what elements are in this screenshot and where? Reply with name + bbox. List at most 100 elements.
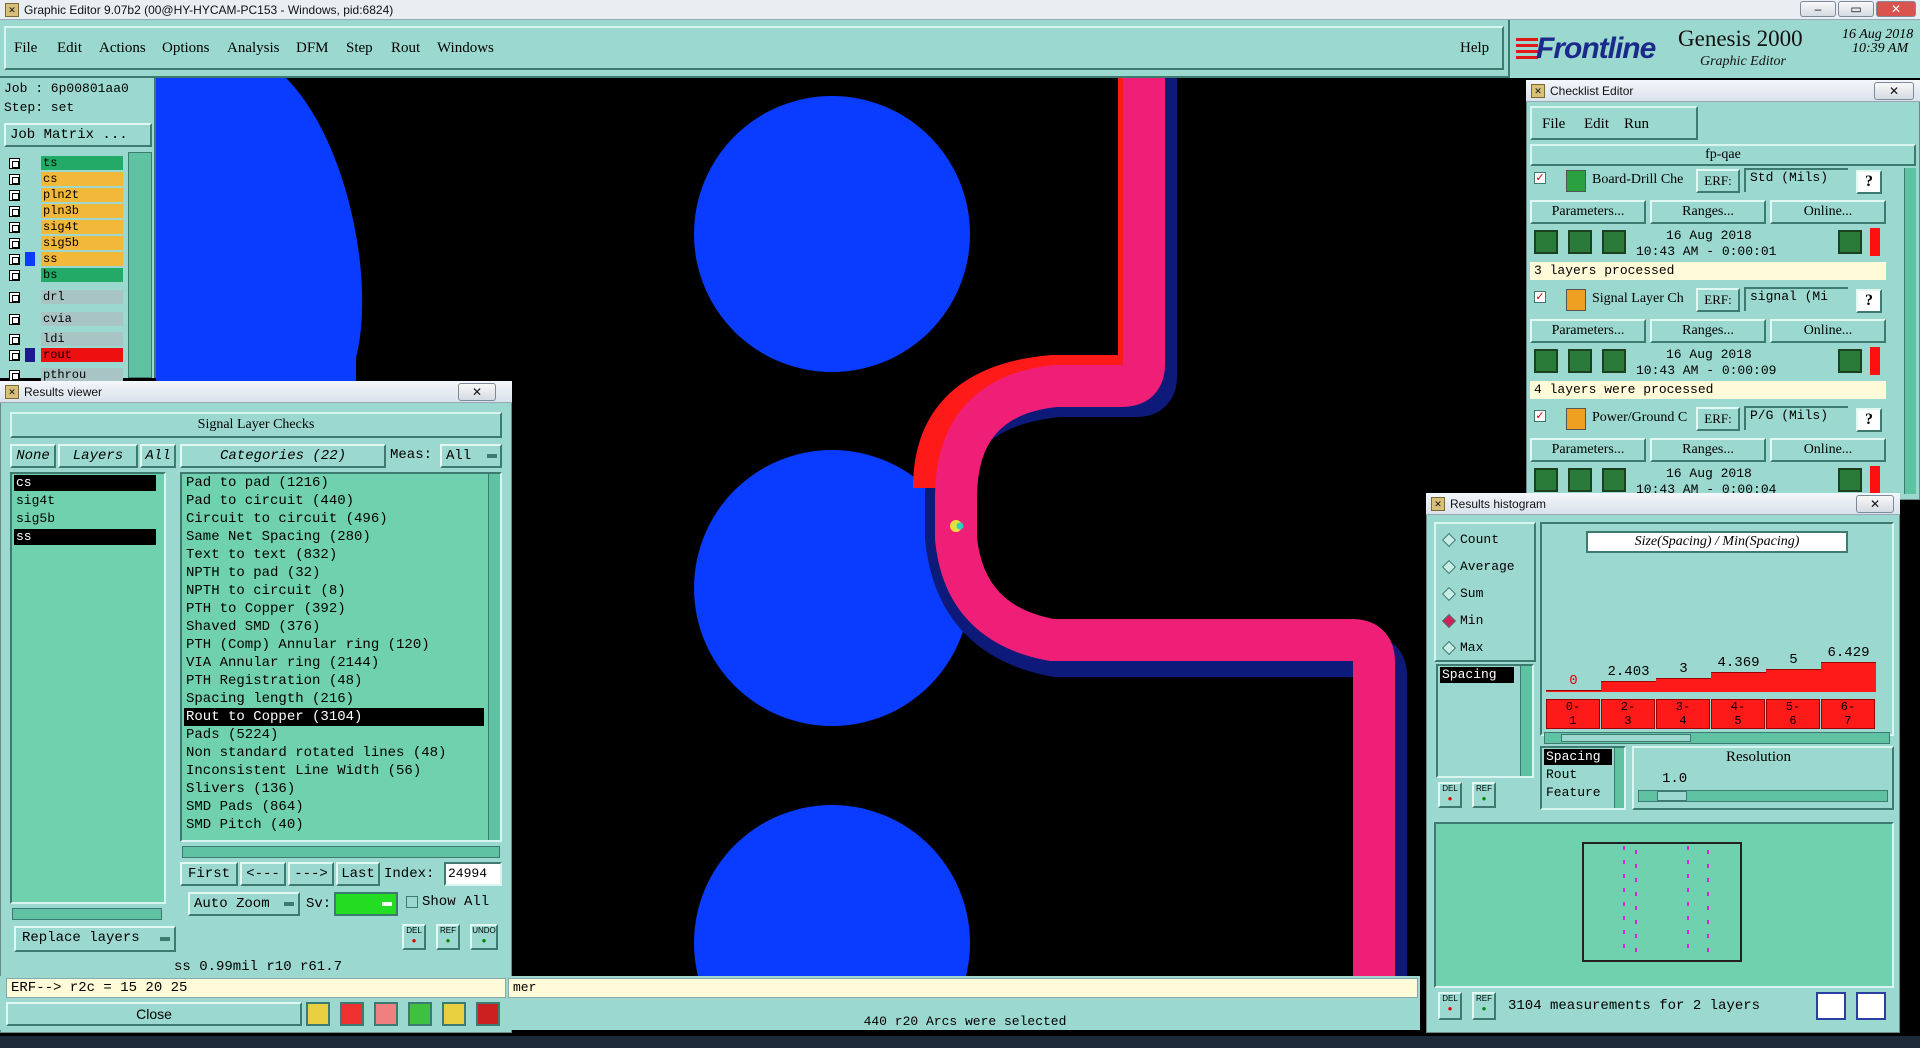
category-item[interactable]: Shaved SMD (376)	[184, 618, 484, 636]
layer-name[interactable]: ldi	[41, 332, 123, 346]
layer-checkbox[interactable]	[9, 254, 20, 265]
layer-color-swatch[interactable]	[25, 290, 35, 304]
parameters-button[interactable]: Parameters...	[1530, 319, 1646, 343]
layer-row-drl[interactable]: drl	[5, 290, 127, 304]
histogram-bar[interactable]	[1766, 669, 1821, 692]
layer-color-swatch[interactable]	[25, 172, 35, 186]
histogram-bin-label[interactable]: 5- 6	[1766, 699, 1820, 729]
layer-row-cvia[interactable]: cvia	[5, 312, 127, 326]
checklist-menu-file[interactable]: File	[1542, 116, 1565, 133]
checklist-menu-edit[interactable]: Edit	[1584, 116, 1609, 133]
replace-layers-button[interactable]: Replace layers	[14, 926, 176, 952]
show-all-checkbox[interactable]	[406, 896, 418, 908]
minimize-button[interactable]: –	[1800, 1, 1836, 17]
check-name[interactable]: Power/Ground C	[1592, 410, 1696, 426]
category-item[interactable]: PTH Registration (48)	[184, 672, 484, 690]
histogram-hscroll[interactable]	[1544, 732, 1890, 744]
layer-checkbox[interactable]	[9, 238, 20, 249]
category-item[interactable]: NPTH to pad (32)	[184, 564, 484, 582]
categories-button[interactable]: Categories (22)	[180, 444, 386, 468]
online-button[interactable]: Online...	[1770, 200, 1886, 224]
run-icon[interactable]	[1602, 230, 1626, 254]
check-help-button[interactable]: ?	[1856, 408, 1882, 432]
category-item[interactable]: Pads (5224)	[184, 726, 484, 744]
category-hscroll[interactable]	[182, 846, 500, 858]
histogram-export-icon[interactable]	[1816, 992, 1846, 1020]
category-item[interactable]: Slivers (136)	[184, 780, 484, 798]
histogram-close[interactable]: ✕	[1856, 495, 1894, 513]
layer-color-swatch[interactable]	[25, 236, 35, 250]
layer-checkbox[interactable]	[9, 206, 20, 217]
layer-name[interactable]: pln3b	[41, 204, 123, 218]
layers-button[interactable]: Layers	[58, 444, 138, 468]
check-enable-checkbox[interactable]: ✓	[1534, 291, 1546, 303]
check-help-button[interactable]: ?	[1856, 170, 1882, 194]
parameters-button[interactable]: Parameters...	[1530, 200, 1646, 224]
mode-label-min[interactable]: Min	[1460, 613, 1483, 628]
histogram-bin-label[interactable]: 4- 5	[1711, 699, 1765, 729]
check-zoom-icon[interactable]	[1838, 349, 1862, 373]
category-vscroll[interactable]	[488, 474, 500, 840]
layer-row-rout[interactable]: rout	[5, 348, 127, 362]
layer-color-swatch[interactable]	[25, 188, 35, 202]
layer-row-ss[interactable]: ss	[5, 252, 127, 266]
layer-row-sig4t[interactable]: sig4t	[5, 220, 127, 234]
prev-button[interactable]: <---	[240, 862, 286, 886]
checklist-vscroll[interactable]	[1904, 168, 1916, 494]
check-zoom-icon[interactable]	[1838, 230, 1862, 254]
layer-color-swatch[interactable]	[25, 312, 35, 326]
resolution-slider-thumb[interactable]	[1657, 791, 1687, 801]
auto-zoom-select[interactable]: Auto Zoom	[188, 892, 300, 916]
layer-name[interactable]: cs	[41, 172, 123, 186]
layer-row-ldi[interactable]: ldi	[5, 332, 127, 346]
job-matrix-button[interactable]: Job Matrix ...	[4, 123, 152, 147]
layer-checkbox[interactable]	[9, 174, 20, 185]
check-erf-value[interactable]: P/G (Mils)	[1744, 406, 1848, 430]
layer-row-sig5b[interactable]: sig5b	[5, 236, 127, 250]
run-icon[interactable]	[1534, 230, 1558, 254]
category-item[interactable]: Rout to Copper (3104)	[184, 708, 484, 726]
sv-color-select[interactable]	[334, 892, 398, 916]
layer-row-pln3b[interactable]: pln3b	[5, 204, 127, 218]
menu-file[interactable]: File	[14, 40, 37, 57]
last-button[interactable]: Last	[336, 862, 380, 886]
histogram-bin-label[interactable]: 2- 3	[1601, 699, 1655, 729]
check-zoom-icon[interactable]	[1838, 468, 1862, 492]
category-item[interactable]: Text to text (832)	[184, 546, 484, 564]
menu-step[interactable]: Step	[346, 40, 373, 57]
mode-label-average[interactable]: Average	[1460, 559, 1515, 574]
rv-layer-list-hscroll[interactable]	[12, 908, 162, 920]
category-item[interactable]: SMD Pads (864)	[184, 798, 484, 816]
category-item[interactable]: Circuit to circuit (496)	[184, 510, 484, 528]
run-icon[interactable]	[1602, 468, 1626, 492]
menu-analysis[interactable]: Analysis	[227, 40, 280, 57]
layer-checkbox[interactable]	[9, 350, 20, 361]
histogram-hscroll-thumb[interactable]	[1561, 734, 1691, 742]
layer-color-swatch[interactable]	[25, 252, 35, 266]
layer-row-pthrou[interactable]: pthrou	[5, 368, 127, 382]
histogram-bin-label[interactable]: 3- 4	[1656, 699, 1710, 729]
measure-list-vscroll[interactable]	[1520, 666, 1532, 776]
tool-icon-2[interactable]	[340, 1002, 364, 1026]
none-button[interactable]: None	[10, 444, 56, 468]
rv-layer-item-cs[interactable]: cs	[14, 475, 156, 491]
maximize-button[interactable]: ▭	[1838, 1, 1874, 17]
tool-icon-3[interactable]	[374, 1002, 398, 1026]
first-button[interactable]: First	[180, 862, 238, 886]
ranges-button[interactable]: Ranges...	[1650, 200, 1766, 224]
layer-checkbox[interactable]	[9, 334, 20, 345]
layer-name[interactable]: ss	[41, 252, 123, 266]
category-item[interactable]: Pad to pad (1216)	[184, 474, 484, 492]
undo-button[interactable]: UNDO ●	[470, 924, 498, 950]
menu-options[interactable]: Options	[162, 40, 210, 57]
check-enable-checkbox[interactable]: ✓	[1534, 410, 1546, 422]
hist-ref-button[interactable]: REF ●	[1472, 782, 1496, 808]
check-erf-button[interactable]: ERF:	[1696, 407, 1740, 431]
category-item[interactable]: SMD Pitch (40)	[184, 816, 484, 834]
del-button[interactable]: DEL ●	[402, 924, 426, 950]
measure-item-spacing[interactable]: Spacing	[1440, 667, 1514, 683]
layer-name[interactable]: cvia	[41, 312, 123, 326]
mode-label-max[interactable]: Max	[1460, 640, 1483, 655]
ranges-button[interactable]: Ranges...	[1650, 438, 1766, 462]
layer-name[interactable]: pthrou	[41, 368, 123, 382]
